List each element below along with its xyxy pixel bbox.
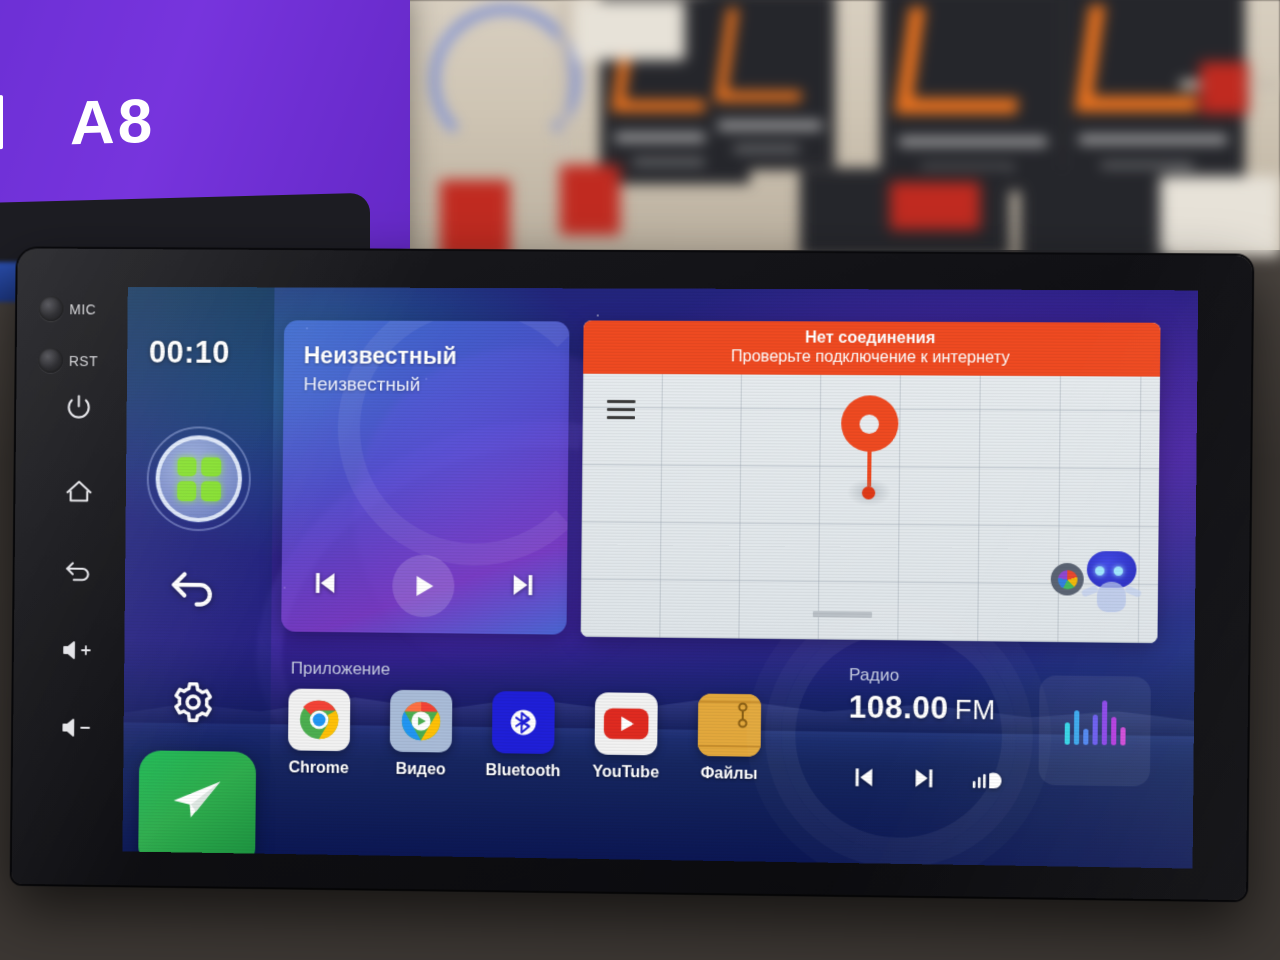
app-shortcut-files[interactable]: Файлы bbox=[689, 693, 769, 784]
map-layers-badge-icon[interactable] bbox=[1050, 562, 1084, 596]
map-menu-icon[interactable] bbox=[606, 399, 636, 424]
chrome-icon bbox=[288, 688, 351, 752]
files-icon bbox=[697, 693, 762, 757]
music-track-title: Неизвестный bbox=[303, 342, 457, 370]
left-rail: 00:10 bbox=[122, 286, 275, 869]
music-controls bbox=[281, 554, 567, 619]
eq-bar bbox=[1082, 728, 1088, 746]
radio-frequency: 108.00 FM bbox=[848, 689, 996, 727]
eq-bar bbox=[1064, 722, 1070, 745]
app-label: YouTube bbox=[592, 763, 660, 782]
robot-body bbox=[1096, 581, 1127, 613]
volume-up-icon[interactable] bbox=[61, 638, 93, 662]
equalizer-tile[interactable] bbox=[1038, 675, 1151, 787]
music-next-button[interactable] bbox=[507, 567, 542, 606]
radio-previous-button[interactable] bbox=[848, 762, 879, 798]
status-clock: 00:10 bbox=[148, 334, 231, 370]
back-icon[interactable] bbox=[64, 560, 93, 587]
eq-bar bbox=[1110, 716, 1116, 746]
reset-jack-hole[interactable] bbox=[38, 347, 64, 373]
music-previous-button[interactable] bbox=[307, 565, 341, 604]
app-label: Видео bbox=[395, 760, 446, 779]
reset-jack[interactable]: RST bbox=[38, 347, 99, 373]
mic-jack-hole bbox=[38, 296, 64, 322]
music-play-button[interactable] bbox=[392, 554, 456, 618]
app-label: Chrome bbox=[288, 759, 349, 778]
touchscreen[interactable]: 00:10 Неизвестный Неизвестный Нет соедин… bbox=[122, 286, 1199, 869]
paper-plane-icon bbox=[173, 780, 221, 818]
map-location-pin-icon bbox=[840, 395, 899, 453]
reset-label: RST bbox=[68, 352, 99, 369]
radio-wave-decoration bbox=[780, 617, 1018, 854]
bluetooth-icon bbox=[491, 690, 555, 754]
robot-eye-left bbox=[1095, 566, 1105, 576]
store-scene: ® A8 MIC RST bbox=[0, 0, 1280, 960]
robot-eye-right bbox=[1113, 566, 1124, 576]
app-drawer-button[interactable] bbox=[146, 426, 252, 532]
app-label: Bluetooth bbox=[485, 762, 561, 781]
radio-next-button[interactable] bbox=[909, 763, 940, 799]
music-track-artist: Неизвестный bbox=[303, 374, 421, 396]
apps-shelf: Приложение Chrome Видео Bluetooth YouTub… bbox=[279, 658, 824, 841]
radio-frequency-value: 108.00 bbox=[848, 689, 949, 726]
mic-label: MIC bbox=[69, 300, 97, 317]
app-shortcut-youtube[interactable]: YouTube bbox=[586, 692, 666, 783]
play-icon bbox=[416, 575, 434, 596]
product-model-label: A8 bbox=[70, 86, 156, 159]
youtube-icon bbox=[594, 692, 658, 756]
settings-gear-icon[interactable] bbox=[171, 680, 215, 729]
home-icon[interactable] bbox=[65, 477, 94, 504]
map-position-dot bbox=[846, 478, 892, 507]
car-head-unit: MIC RST 00:10 Неизвестный Неизвестный Не… bbox=[11, 248, 1253, 901]
map-scale-bar bbox=[812, 611, 872, 618]
map-widget[interactable]: Нет соединения Проверьте подключение к и… bbox=[580, 320, 1161, 644]
radio-station-list-icon[interactable] bbox=[971, 766, 1006, 798]
map-error-title: Нет соединения bbox=[804, 329, 936, 348]
music-widget[interactable]: Неизвестный Неизвестный bbox=[281, 320, 570, 635]
map-error-banner: Нет соединения Проверьте подключение к и… bbox=[583, 320, 1161, 377]
apps-section-label: Приложение bbox=[290, 658, 391, 679]
radio-band: FM bbox=[954, 694, 996, 726]
mic-jack: MIC bbox=[38, 296, 97, 322]
app-label: Файлы bbox=[700, 765, 758, 783]
app-shortcut-chrome[interactable]: Chrome bbox=[280, 688, 359, 778]
apps-row: Chrome Видео Bluetooth YouTube Файлы bbox=[280, 688, 825, 785]
radio-label: Радио bbox=[848, 665, 900, 685]
navigation-button[interactable] bbox=[138, 750, 257, 869]
app-shortcut-video[interactable]: Видео bbox=[381, 689, 460, 780]
map-error-subtitle: Проверьте подключение к интернету bbox=[730, 348, 1010, 367]
hardware-bezel: MIC RST bbox=[12, 248, 129, 885]
robot-arm-right bbox=[1124, 585, 1143, 598]
eq-bar bbox=[1073, 710, 1079, 745]
assistant-robot-icon[interactable] bbox=[1080, 551, 1143, 615]
apps-grid-icon bbox=[176, 456, 221, 501]
radio-widget[interactable]: Радио 108.00 FM bbox=[780, 617, 1157, 854]
video-icon bbox=[389, 689, 453, 753]
eq-bar bbox=[1091, 714, 1098, 746]
eq-bar bbox=[1119, 727, 1126, 746]
radio-controls bbox=[848, 762, 1006, 800]
map-layers-blob bbox=[1057, 569, 1078, 589]
power-icon[interactable] bbox=[65, 393, 92, 420]
volume-down-icon[interactable] bbox=[60, 716, 92, 740]
app-shortcut-bluetooth[interactable]: Bluetooth bbox=[484, 690, 563, 781]
back-arrow-icon[interactable] bbox=[166, 571, 220, 622]
map-canvas[interactable] bbox=[580, 373, 1161, 644]
brand-divider bbox=[0, 95, 3, 150]
eq-bar bbox=[1101, 700, 1107, 746]
